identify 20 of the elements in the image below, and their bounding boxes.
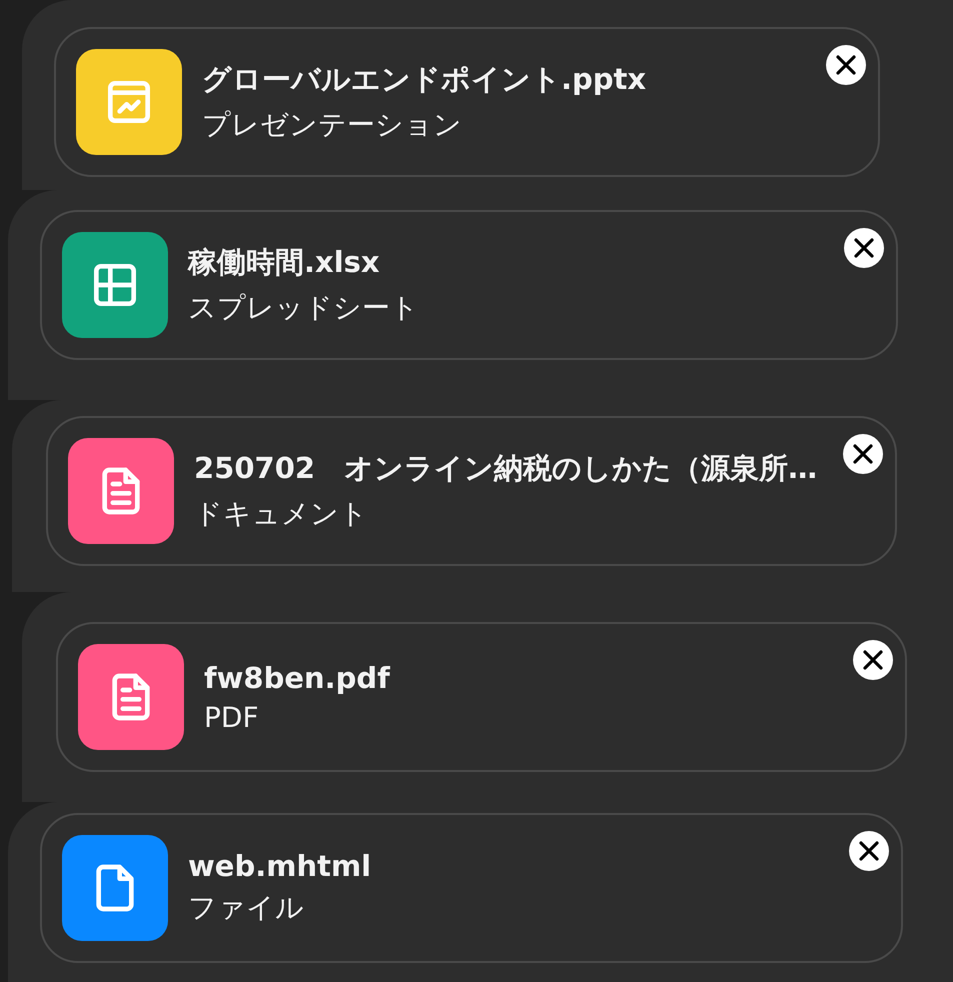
attachment-card[interactable]: グローバルエンドポイント.pptx プレゼンテーション: [54, 27, 880, 177]
file-name: 250702 オンライン納税のしかた（源泉所…: [194, 450, 818, 487]
close-icon[interactable]: [843, 434, 883, 474]
close-icon[interactable]: [849, 831, 889, 871]
attachment-card[interactable]: fw8ben.pdf PDF: [56, 622, 907, 772]
file-type: スプレッドシート: [188, 290, 419, 326]
file-type: PDF: [204, 700, 260, 734]
attachment-card[interactable]: 250702 オンライン納税のしかた（源泉所… ドキュメント: [46, 416, 897, 566]
file-name: グローバルエンドポイント.pptx: [202, 61, 646, 98]
file-type: ファイル: [188, 890, 305, 926]
file-name: fw8ben.pdf: [204, 660, 390, 694]
attachment-card[interactable]: 稼働時間.xlsx スプレッドシート: [40, 210, 898, 360]
close-icon[interactable]: [826, 45, 866, 85]
file-name: web.mhtml: [188, 849, 372, 883]
file-type: プレゼンテーション: [202, 107, 463, 143]
file-name: 稼働時間.xlsx: [188, 244, 381, 281]
close-icon[interactable]: [853, 640, 893, 680]
attachment-card[interactable]: web.mhtml ファイル: [40, 813, 903, 963]
file-type: ドキュメント: [194, 496, 369, 532]
close-icon[interactable]: [844, 228, 884, 268]
